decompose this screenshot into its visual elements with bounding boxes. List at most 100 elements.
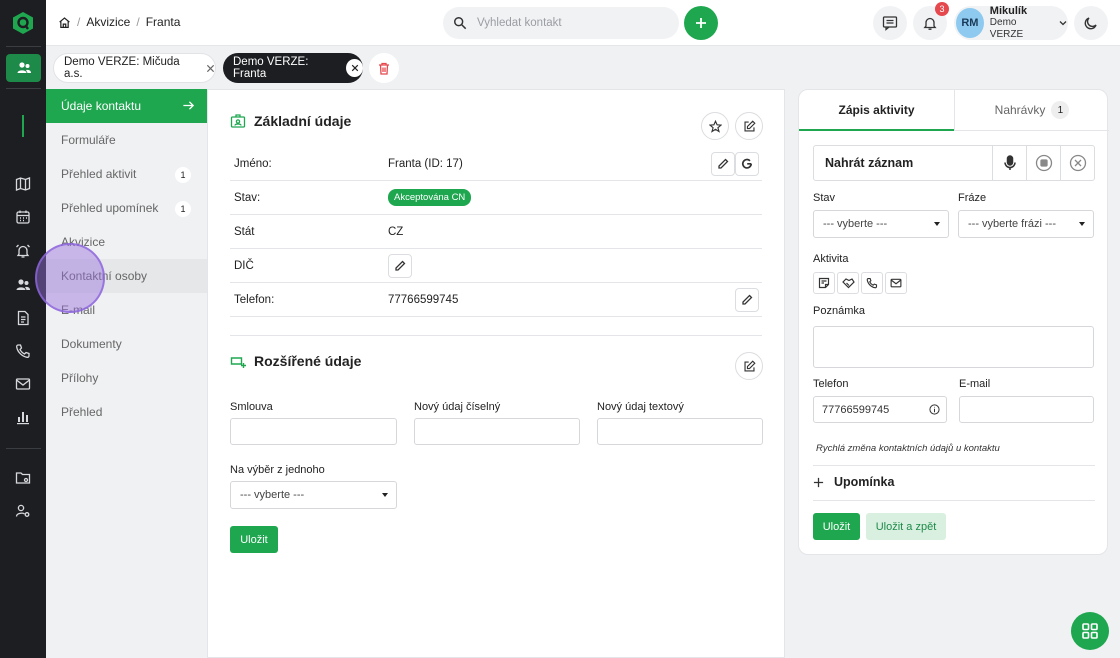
tab-activity-log[interactable]: Zápis aktivity [799, 90, 954, 131]
breadcrumb: / Akvizice / Franta [58, 15, 180, 29]
subnav-item-overview[interactable]: Přehled [46, 395, 207, 429]
phone-input[interactable]: 77766599745 [813, 396, 947, 423]
folder-settings-icon[interactable] [15, 470, 33, 488]
close-all-tabs-button[interactable] [369, 53, 399, 83]
field-label: Telefon [813, 378, 849, 390]
search-bar[interactable] [443, 7, 679, 39]
activity-call-button[interactable] [861, 272, 883, 294]
save-activity-button[interactable]: Uložit [813, 513, 860, 540]
count-badge: 1 [175, 201, 191, 217]
bell-alarm-icon[interactable] [15, 243, 33, 261]
user-menu[interactable]: RM Mikulík Demo VERZE [954, 5, 1068, 40]
subnav-item-contact-details[interactable]: Údaje kontaktu [46, 89, 207, 123]
edit-name-button[interactable] [711, 151, 735, 176]
google-icon [741, 158, 753, 170]
rail-progress-line [22, 115, 24, 137]
activity-note-button[interactable] [813, 272, 835, 294]
tab-recordings[interactable]: Nahrávky 1 [954, 90, 1109, 131]
info-icon [929, 404, 940, 415]
messages-button[interactable] [873, 6, 907, 40]
breadcrumb-item: Franta [145, 15, 181, 29]
trash-icon [378, 62, 390, 75]
field-label: Nový údaj textový [597, 401, 684, 413]
home-icon[interactable] [58, 16, 71, 29]
field-label: Aktivita [813, 253, 849, 265]
edit-box-icon [743, 359, 756, 373]
cancel-record-button[interactable] [1060, 145, 1094, 181]
record-label: Nahrát záznam [825, 156, 914, 170]
edit-vat-button[interactable] [388, 253, 412, 278]
subnav-item-forms[interactable]: Formuláře [46, 123, 207, 157]
contact-tab[interactable]: Demo VERZE: Mičuda a.s. [53, 53, 216, 83]
subnav-item-activities[interactable]: Přehled aktivit 1 [46, 157, 207, 191]
state-select[interactable]: --- vyberte --- [813, 210, 949, 238]
app-sidebar [0, 0, 46, 658]
user-settings-icon[interactable] [15, 503, 33, 521]
apps-grid-button[interactable] [1071, 612, 1109, 650]
map-icon[interactable] [15, 176, 33, 194]
microphone-icon [1003, 155, 1017, 171]
search-input[interactable] [477, 17, 667, 29]
add-button[interactable] [684, 6, 718, 40]
rail-contacts-icon[interactable] [6, 54, 41, 82]
single-choice-select[interactable]: --- vyberte --- [230, 481, 397, 509]
field-label: E-mail [959, 378, 991, 390]
field-label: Na výběr z jednoho [230, 464, 325, 476]
activity-email-button[interactable] [885, 272, 907, 294]
pencil-icon [394, 260, 406, 272]
edit-extended-button[interactable] [735, 352, 763, 380]
google-search-button[interactable] [735, 151, 759, 176]
reminder-toggle[interactable]: Upomínka [813, 475, 894, 489]
phone-icon[interactable] [15, 343, 33, 361]
save-and-back-button[interactable]: Uložit a zpět [866, 513, 946, 540]
record-bar: Nahrát záznam [813, 145, 1095, 181]
subnav-item-attachments[interactable]: Přílohy [46, 361, 207, 395]
favorite-button[interactable] [701, 112, 729, 140]
user-name: Mikulík [989, 5, 1028, 17]
phrase-select[interactable]: --- vyberte frázi --- [958, 210, 1094, 238]
top-header: / Akvizice / Franta 3 RM Mikulík Demo VE… [46, 0, 1120, 46]
app-logo-icon[interactable] [11, 11, 35, 35]
subnav-item-reminders[interactable]: Přehled upomínek 1 [46, 191, 207, 225]
note-icon [818, 277, 830, 289]
stop-button[interactable] [1026, 145, 1060, 181]
notification-count-badge: 3 [935, 2, 949, 16]
field-label: Stav [813, 192, 836, 204]
edit-phone-button[interactable] [735, 287, 759, 312]
note-textarea[interactable] [813, 326, 1094, 368]
close-icon[interactable] [206, 64, 215, 73]
contact-tab-active[interactable]: Demo VERZE: Franta [223, 53, 363, 83]
breadcrumb-item[interactable]: Akvizice [86, 15, 130, 29]
field-label: Fráze [958, 192, 987, 204]
text-field-input[interactable] [597, 418, 763, 445]
activity-meeting-button[interactable] [837, 272, 859, 294]
section-title-basic: Základní údaje [230, 113, 351, 129]
divider [813, 465, 1095, 466]
people-icon[interactable] [15, 277, 33, 295]
mail-icon[interactable] [15, 376, 33, 394]
close-tab-button[interactable] [346, 59, 363, 77]
email-input[interactable] [959, 396, 1094, 423]
chevron-down-icon [1058, 18, 1068, 28]
close-circle-icon [1069, 154, 1087, 172]
subnav-item-documents[interactable]: Dokumenty [46, 327, 207, 361]
calendar-icon[interactable] [15, 209, 33, 227]
contract-input[interactable] [230, 418, 397, 445]
record-button[interactable] [992, 145, 1026, 181]
tab-label: Demo VERZE: Mičuda a.s. [64, 56, 180, 80]
tab-label: Demo VERZE: Franta [233, 56, 309, 80]
rail-divider [6, 88, 41, 89]
field-label: Poznámka [813, 305, 865, 317]
edit-section-button[interactable] [735, 112, 763, 140]
add-field-icon [230, 353, 246, 369]
field-row-status: Stav: Akceptována CN [230, 181, 762, 215]
pencil-icon [741, 294, 753, 306]
chart-icon[interactable] [15, 409, 33, 427]
numeric-field-input[interactable] [414, 418, 580, 445]
moon-icon [1083, 15, 1099, 31]
save-button[interactable]: Uložit [230, 526, 278, 553]
section-divider [230, 335, 762, 336]
search-icon [453, 16, 467, 30]
document-icon[interactable] [15, 310, 33, 328]
theme-toggle-button[interactable] [1074, 6, 1108, 40]
